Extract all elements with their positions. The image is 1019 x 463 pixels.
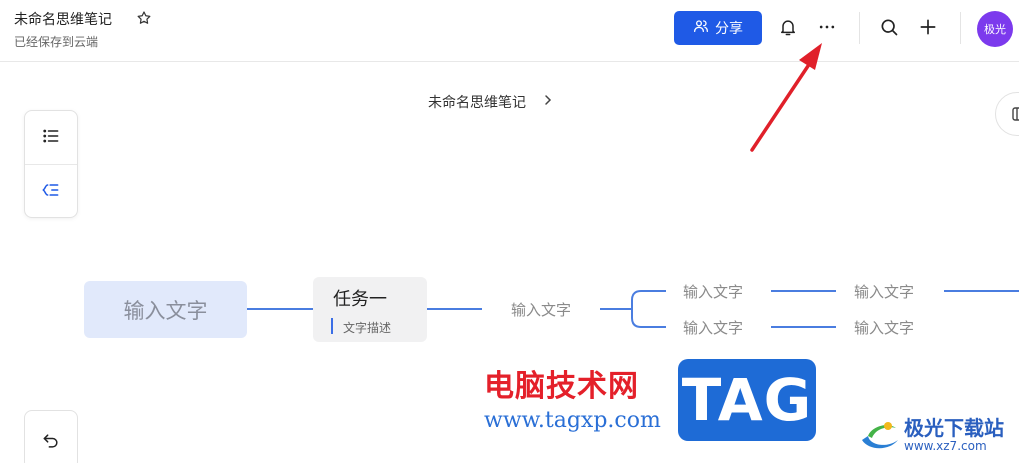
watermark-site-name: 电脑技术网	[484, 369, 639, 404]
grandchild-node-1[interactable]: 输入文字	[854, 281, 914, 302]
child-node-1[interactable]: 输入文字	[683, 281, 743, 302]
connector-fork-child-2	[631, 309, 666, 328]
task-node[interactable]: 任务一 文字描述	[313, 277, 427, 342]
child-node-2[interactable]: 输入文字	[683, 317, 743, 338]
download-site-name: 极光下载站	[904, 416, 1004, 440]
connector-fork-child-1	[631, 290, 666, 309]
watermark-download-site: 极光下载站 www.xz7.com	[858, 410, 1018, 460]
root-node[interactable]: 输入文字	[84, 281, 247, 338]
task-description: 文字描述	[343, 321, 392, 335]
swirl-logo-icon	[858, 414, 902, 454]
download-site-url: www.xz7.com	[904, 439, 987, 453]
task-title: 任务一	[333, 289, 387, 310]
branch-node[interactable]: 输入文字	[511, 299, 571, 320]
watermark-site-url: www.tagxp.com	[484, 408, 661, 433]
watermark-tag-logo: TAG	[678, 359, 816, 441]
description-marker	[331, 318, 333, 334]
grandchild-node-2[interactable]: 输入文字	[854, 317, 914, 338]
